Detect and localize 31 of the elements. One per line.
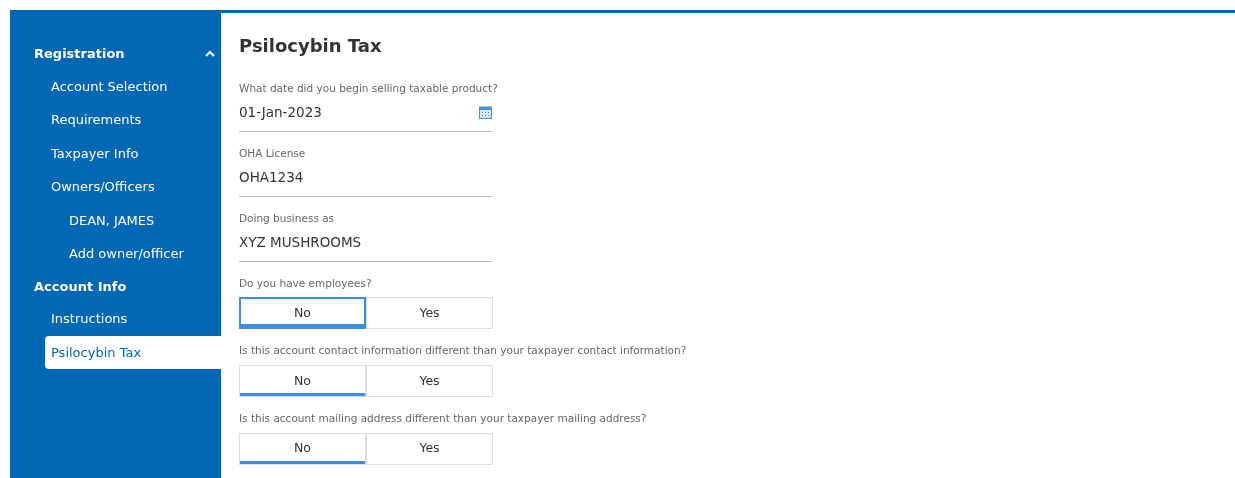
toggle-option[interactable]: Yes (366, 432, 493, 465)
question-label: Is this account contact information different than your taxpayer contact information? (239, 343, 688, 359)
sidebar-item[interactable]: Requirements (10, 103, 221, 137)
field-value: XYZ MUSHROOMS (239, 233, 362, 253)
toggle-option[interactable]: No (239, 365, 366, 398)
sidebar-item[interactable]: Account Selection (10, 69, 221, 103)
toggle-option[interactable]: Yes (366, 365, 493, 398)
sidebar-item[interactable]: Taxpayer Info (10, 136, 221, 170)
sidebar-item[interactable]: Add owner/officer (10, 237, 221, 271)
sidebar-item[interactable]: Owners/Officers (10, 170, 221, 204)
caret-up-icon[interactable] (205, 50, 215, 58)
toggle-option[interactable]: No (239, 432, 366, 465)
input-field[interactable]: OHA1234 (239, 167, 492, 197)
input-field[interactable]: 01-Jan-2023 (239, 102, 492, 132)
field-value: 01-Jan-2023 (239, 103, 322, 123)
field-value: OHA1234 (239, 168, 304, 188)
sidebar-item[interactable]: Instructions (10, 302, 221, 336)
sidebar-item[interactable]: Psilocybin Tax (45, 335, 221, 369)
field-label: What date did you begin selling taxable product? (239, 80, 499, 96)
question-label: Is this account mailing address different than your taxpayer mailing address? (239, 411, 648, 427)
sidebar-item[interactable]: DEAN, JAMES (10, 203, 221, 237)
page-title: Psilocybin Tax (239, 35, 383, 57)
section-header[interactable]: Registration (34, 44, 125, 64)
toggle-option[interactable]: No (239, 297, 366, 330)
toggle-option[interactable]: Yes (366, 297, 493, 330)
field-label: Doing business as (239, 210, 336, 226)
field-label: OHA License (239, 145, 307, 161)
calendar-icon[interactable] (479, 105, 492, 119)
question-label: Do you have employees? (239, 275, 373, 291)
section-header[interactable]: Account Info (34, 276, 127, 296)
input-field[interactable]: XYZ MUSHROOMS (239, 232, 492, 262)
